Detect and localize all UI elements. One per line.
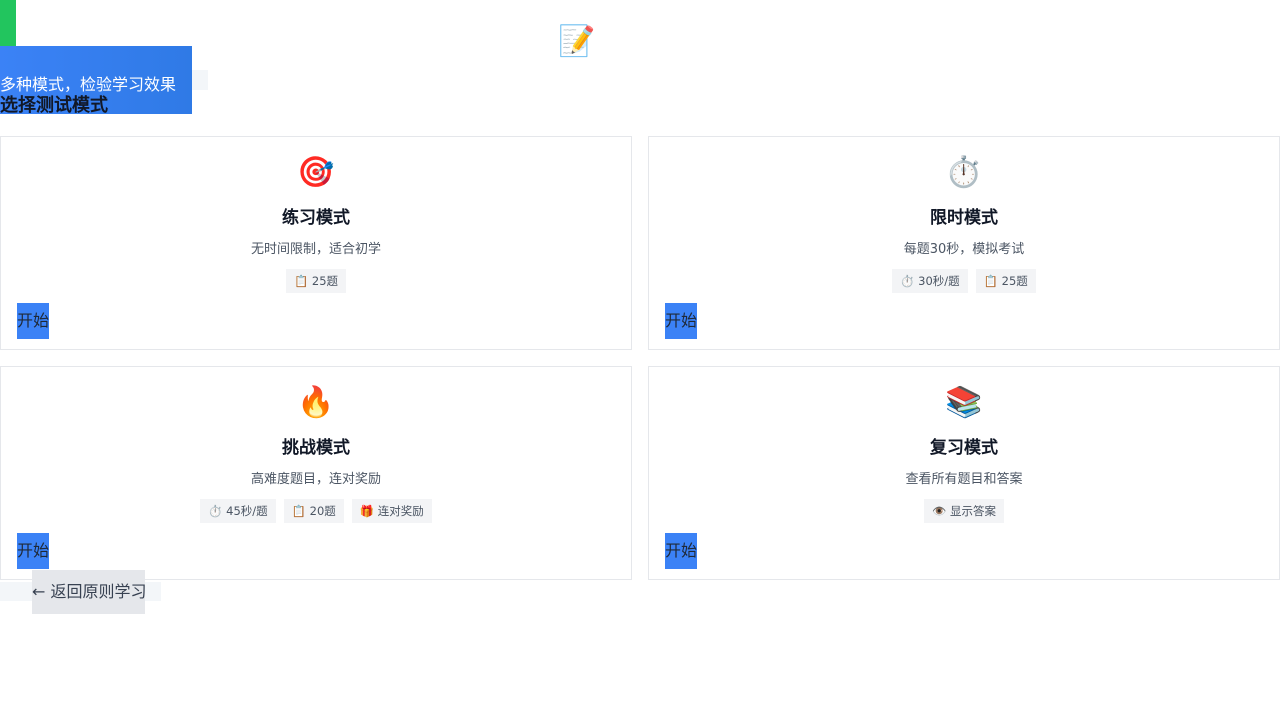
show-answers-tag: 👁️ 显示答案 (924, 499, 1004, 523)
memo-icon: 📝 (558, 24, 596, 59)
mode-description: 高难度题目，连对奖励 (250, 472, 381, 487)
mode-tags: 👁️ 显示答案 (649, 499, 1279, 523)
books-icon: 📚 (945, 385, 983, 420)
time-per-question-tag: ⏱️ 45秒/题 (200, 499, 276, 523)
accent-strip (0, 0, 16, 46)
question-count-tag: 📋 25题 (285, 269, 347, 293)
start-timed-button[interactable]: 开始 (665, 303, 697, 339)
back-to-principles-button[interactable]: ← 返回原则学习 (32, 570, 147, 614)
question-count-tag: 📋 25题 (975, 269, 1036, 293)
start-review-button[interactable]: 开始 (665, 533, 697, 569)
time-per-question-tag: ⏱️ 30秒/题 (892, 269, 968, 293)
mode-title: 限时模式 (930, 208, 998, 228)
mode-tags: 📋 25题 (1, 269, 631, 293)
mode-card-timed[interactable]: ⏱️ 限时模式 每题30秒，模拟考试 ⏱️ 30秒/题 📋 25题 开始 (648, 136, 1280, 350)
mode-description: 无时间限制，适合初学 (250, 242, 381, 257)
page-title: 选择测试模式 (0, 95, 108, 116)
mode-card-review[interactable]: 📚 复习模式 查看所有题目和答案 👁️ 显示答案 开始 (648, 366, 1280, 580)
streak-bonus-tag: 🎁 连对奖励 (351, 499, 432, 523)
start-challenge-button[interactable]: 开始 (17, 533, 49, 569)
mode-card-challenge[interactable]: 🔥 挑战模式 高难度题目，连对奖励 ⏱️ 45秒/题 📋 20题 🎁 连对奖励 … (0, 366, 632, 580)
mode-title: 练习模式 (282, 208, 350, 228)
fire-icon: 🔥 (297, 385, 335, 420)
mode-description: 查看所有题目和答案 (905, 472, 1023, 487)
target-icon: 🎯 (297, 155, 335, 190)
mode-title: 复习模式 (930, 438, 998, 458)
mode-card-practice[interactable]: 🎯 练习模式 无时间限制，适合初学 📋 25题 开始 (0, 136, 632, 350)
start-practice-button[interactable]: 开始 (17, 303, 49, 339)
question-count-tag: 📋 20题 (283, 499, 344, 523)
mode-tags: ⏱️ 30秒/题 📋 25题 (649, 269, 1279, 293)
mode-description: 每题30秒，模拟考试 (903, 242, 1025, 257)
mode-title: 挑战模式 (282, 438, 350, 458)
stopwatch-icon: ⏱️ (945, 155, 983, 190)
mode-tags: ⏱️ 45秒/题 📋 20题 🎁 连对奖励 (1, 499, 631, 523)
